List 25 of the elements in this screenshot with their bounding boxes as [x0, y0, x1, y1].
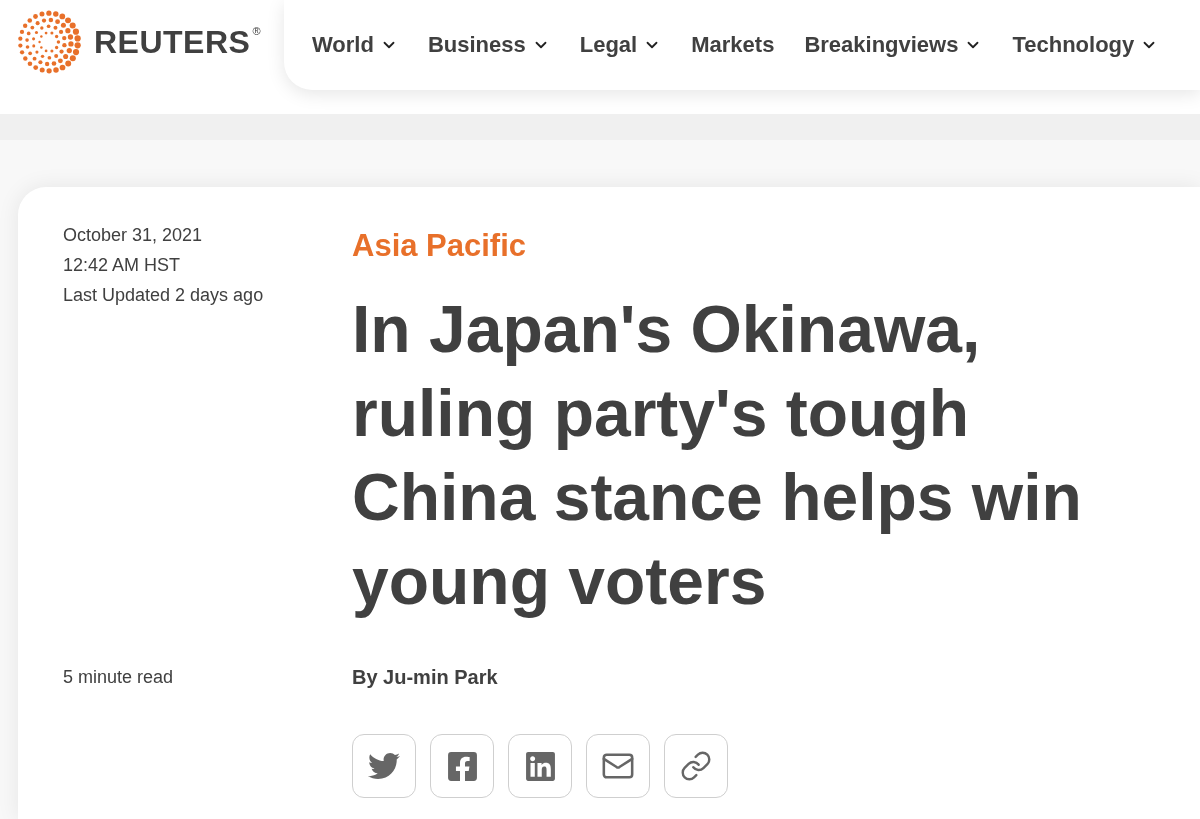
share-button[interactable]: [586, 734, 650, 798]
publish-time: 12:42 AM HST: [63, 254, 182, 277]
nav-link[interactable]: Technology: [1012, 31, 1159, 59]
facebook-logo-icon: [445, 749, 479, 783]
linkedin-logo-icon: [523, 749, 557, 783]
brand-wordmark: REUTERS: [94, 24, 251, 60]
share-button[interactable]: [664, 734, 728, 798]
dotted-circle-logo-icon: [17, 10, 81, 74]
article-headline: In Japan's Okinawa, ruling party's tough China stance helps win young voters: [352, 291, 1083, 620]
nav-link[interactable]: Breakingviews: [804, 31, 983, 59]
nav-link[interactable]: World: [312, 31, 398, 59]
link-icon: [680, 750, 712, 782]
twitter-bird-icon: [368, 750, 400, 782]
registered-mark: ®: [252, 25, 261, 37]
last-updated: Last Updated 2 days ago: [63, 284, 265, 307]
share-button[interactable]: [430, 734, 494, 798]
reuters-logo-link[interactable]: REUTERS®: [17, 10, 261, 74]
author-byline: By Ju-min Park: [352, 666, 498, 688]
share-button[interactable]: [508, 734, 572, 798]
share-button[interactable]: [352, 734, 416, 798]
nav-link[interactable]: Business: [427, 31, 550, 59]
read-time: 5 minute read: [63, 667, 174, 687]
publish-date: October 31, 2021: [63, 224, 204, 247]
nav-link[interactable]: Markets: [691, 31, 775, 59]
nav-link[interactable]: Legal: [579, 31, 662, 59]
